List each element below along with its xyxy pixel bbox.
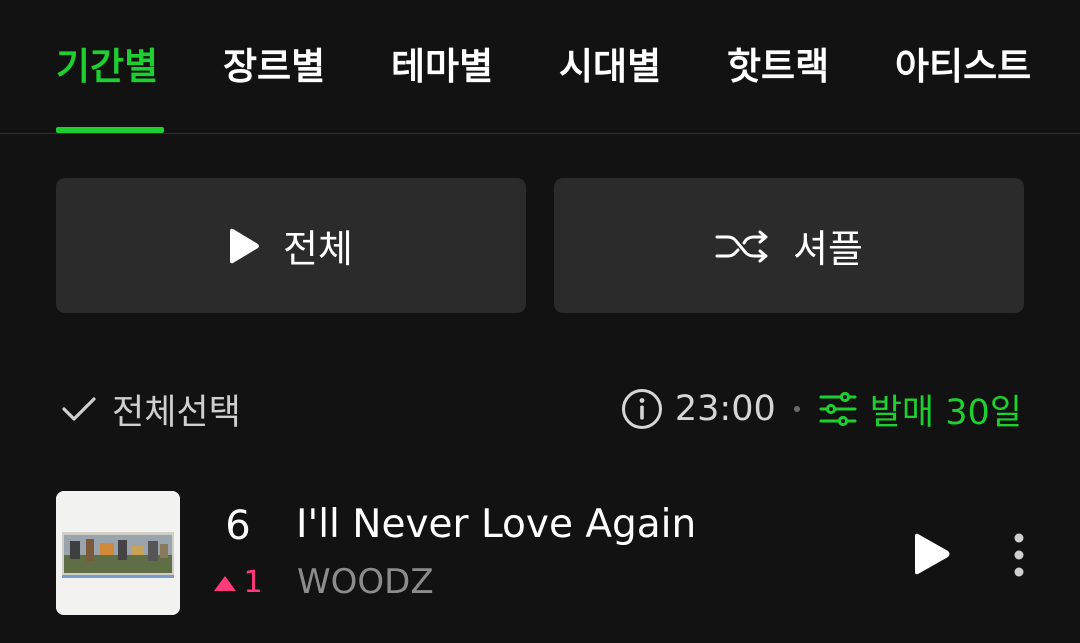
select-all-toggle[interactable]: 전체선택 <box>60 383 241 435</box>
shuffle-label: 셔플 <box>793 227 863 271</box>
album-art[interactable] <box>56 491 180 615</box>
shuffle-icon <box>715 230 768 262</box>
rank-change: 1 <box>200 565 276 600</box>
chart-update-time: 23:00 <box>674 389 776 429</box>
track-artist[interactable]: WOODZ <box>297 562 434 602</box>
play-icon <box>230 228 260 263</box>
tab-artist[interactable]: 아티스트 <box>895 40 1031 94</box>
chart-screen: 기간별 장르별 테마별 시대별 핫트랙 아티스트 전체 셔플 전체선택 23:0… <box>0 0 1080 643</box>
check-icon <box>62 397 96 421</box>
tab-period[interactable]: 기간별 <box>56 40 158 94</box>
track-rank: 6 <box>225 503 251 549</box>
separator-dot <box>793 406 800 412</box>
release-period-filter[interactable]: 발매 30일 <box>870 384 1022 435</box>
filter-icon[interactable] <box>818 391 858 427</box>
more-vertical-icon[interactable] <box>1004 530 1034 580</box>
album-art-image <box>56 491 180 615</box>
chart-options: 23:00 발매 30일 <box>621 383 1022 435</box>
select-all-label: 전체선택 <box>112 392 241 433</box>
tab-genre[interactable]: 장르별 <box>223 40 325 94</box>
tab-hot-track[interactable]: 핫트랙 <box>727 40 829 94</box>
track-title[interactable]: I'll Never Love Again <box>296 502 696 547</box>
active-tab-indicator <box>56 127 164 133</box>
play-all-label: 전체 <box>283 227 353 271</box>
shuffle-button[interactable]: 셔플 <box>554 178 1024 313</box>
triangle-up-icon <box>214 575 237 591</box>
tab-era[interactable]: 시대별 <box>559 40 661 94</box>
tab-theme[interactable]: 테마별 <box>391 40 493 94</box>
rank-change-value: 1 <box>243 565 263 600</box>
category-tabs: 기간별 장르별 테마별 시대별 핫트랙 아티스트 <box>0 0 1080 134</box>
play-all-button[interactable]: 전체 <box>56 178 526 313</box>
track-play-icon[interactable] <box>908 528 956 580</box>
info-icon[interactable] <box>621 388 663 430</box>
